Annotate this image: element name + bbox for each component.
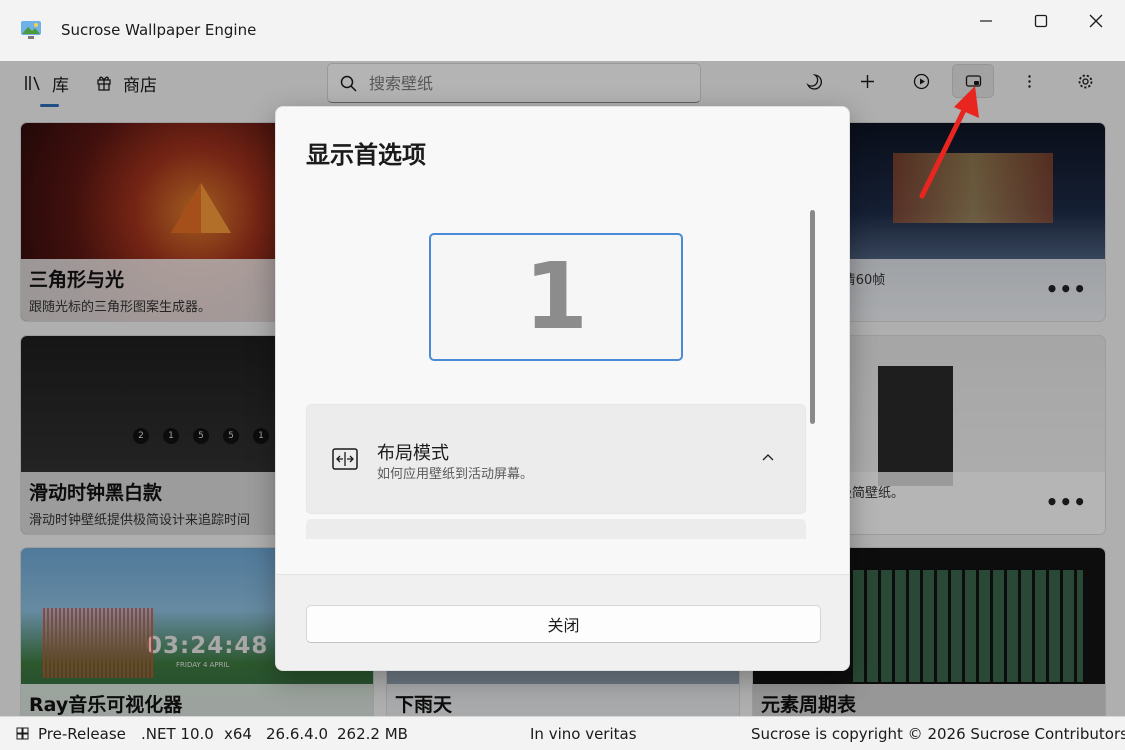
status-release: Pre-Release — [38, 725, 126, 743]
status-bar: Pre-Release .NET 10.0 x64 26.6.4.0 262.2… — [0, 716, 1125, 750]
next-setting-panel — [306, 519, 806, 539]
close-icon — [1089, 14, 1103, 28]
dialog-scrollbar[interactable] — [810, 210, 815, 424]
title-bar: Sucrose Wallpaper Engine — [0, 0, 1125, 61]
dialog-footer: 关闭 — [276, 574, 849, 670]
close-window-button[interactable] — [1078, 8, 1114, 34]
monitor-1[interactable]: 1 — [429, 233, 683, 361]
chevron-up-icon[interactable] — [761, 451, 775, 465]
layout-mode-setting[interactable]: 布局模式 如何应用壁纸到活动屏幕。 — [306, 404, 806, 514]
layout-mode-description: 如何应用壁纸到活动屏幕。 — [377, 467, 534, 482]
dialog-title: 显示首选项 — [306, 141, 426, 169]
status-version: 26.6.4.0 — [266, 725, 329, 743]
layout-stretch-icon — [332, 448, 358, 470]
status-memory: 262.2 MB — [337, 725, 408, 743]
status-copyright: Sucrose is copyright © 2026 Sucrose Cont… — [751, 725, 1125, 743]
maximize-button[interactable] — [1023, 8, 1059, 34]
layout-mode-title: 布局模式 — [377, 443, 449, 464]
close-button[interactable]: 关闭 — [306, 605, 821, 643]
app-logo-icon — [21, 21, 41, 39]
window-title: Sucrose Wallpaper Engine — [61, 21, 257, 39]
minimize-button[interactable] — [968, 8, 1004, 34]
monitor-number: 1 — [523, 243, 588, 350]
status-arch: x64 — [224, 725, 252, 743]
maximize-icon — [1034, 14, 1048, 28]
status-motto: In vino veritas — [530, 725, 637, 743]
display-preferences-dialog: 显示首选项 1 布局模式 如何应用壁纸到活动屏幕。 关闭 — [275, 106, 850, 671]
release-icon — [16, 727, 29, 740]
minimize-icon — [980, 20, 992, 22]
status-framework: .NET 10.0 — [141, 725, 214, 743]
